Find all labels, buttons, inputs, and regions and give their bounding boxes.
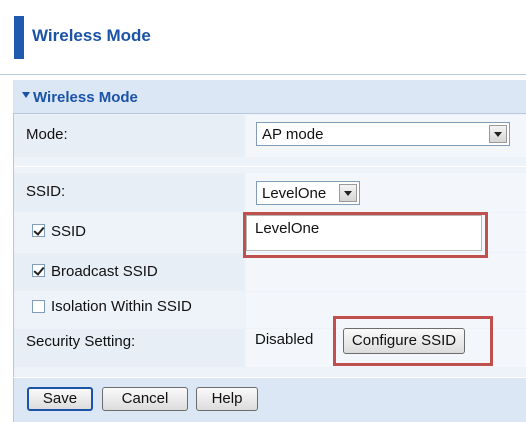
isolation-label: Isolation Within SSID <box>51 298 192 315</box>
mode-label: Mode: <box>26 126 68 143</box>
page-title: Wireless Mode <box>32 26 151 45</box>
section-title-label: Wireless Mode <box>33 89 138 106</box>
security-setting-label: Security Setting: <box>26 333 136 350</box>
ssid-enable-label: SSID <box>51 223 87 240</box>
ssid-highlight-box <box>243 212 488 258</box>
mode-select-value: AP mode <box>262 126 324 143</box>
security-status: Disabled <box>255 331 314 348</box>
isolation-checkbox[interactable] <box>32 300 45 313</box>
save-button[interactable]: Save <box>27 387 93 411</box>
page-header: Wireless Mode <box>0 0 526 75</box>
broadcast-ssid-label: Broadcast SSID <box>51 263 158 280</box>
section-title[interactable]: Wireless Mode <box>22 89 138 106</box>
collapse-triangle-icon <box>22 92 30 98</box>
cancel-button[interactable]: Cancel <box>102 387 188 411</box>
chevron-down-icon[interactable] <box>489 125 507 143</box>
ssid-select-label: SSID: <box>26 183 66 200</box>
broadcast-ssid-checkbox[interactable] <box>32 264 45 277</box>
ssid-enable-checkbox[interactable] <box>32 224 45 237</box>
configure-highlight-box <box>333 316 493 366</box>
help-button[interactable]: Help <box>196 387 258 411</box>
header-accent-bar <box>14 16 24 59</box>
header-divider <box>0 74 526 75</box>
chevron-down-icon[interactable] <box>339 184 357 202</box>
ssid-select-value: LevelOne <box>262 185 327 202</box>
ssid-select[interactable]: LevelOne <box>256 181 360 205</box>
mode-select[interactable]: AP mode <box>256 122 510 146</box>
